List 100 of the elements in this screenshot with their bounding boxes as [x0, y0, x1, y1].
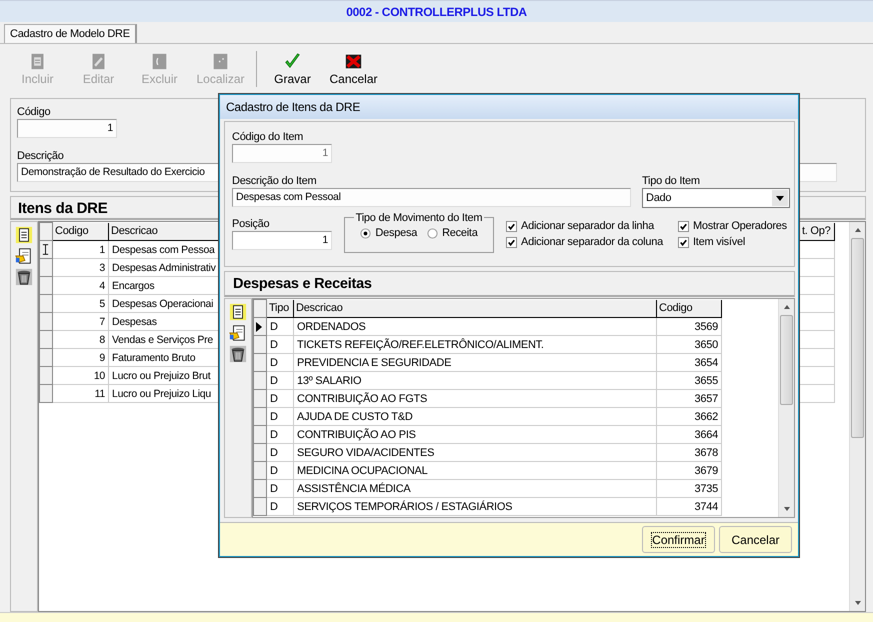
cancel-icon [345, 52, 362, 70]
column-header[interactable]: Descricao [294, 300, 656, 318]
table-cell: CONTRIBUIÇÃO AO FGTS [294, 390, 656, 408]
edit-document-icon[interactable] [15, 247, 33, 265]
radio-icon[interactable] [360, 228, 372, 238]
table-cell: 3678 [656, 444, 722, 462]
table-cell: 8 [52, 330, 108, 348]
table-cell: 3662 [656, 408, 722, 426]
field-label: Código do Item [232, 130, 304, 144]
scrollbar[interactable] [778, 299, 794, 517]
column-header[interactable]: Codigo [52, 222, 108, 240]
checkbox-option[interactable]: Adicionar separador da linha [506, 220, 678, 232]
type-dropdown[interactable]: Dado [642, 188, 790, 208]
row-indicator[interactable] [40, 240, 52, 258]
app-title: 0002 - CONTROLLERPLUS LTDA [346, 4, 527, 18]
table-cell: 9 [52, 348, 108, 366]
radio-icon[interactable] [427, 228, 438, 238]
table-cell: 4 [52, 276, 108, 294]
table-cell: ASSISTÊNCIA MÉDICA [294, 480, 656, 498]
table-cell: SERVIÇOS TEMPORÁRIOS / ESTAGIÁRIOS [294, 498, 656, 516]
row-header [254, 300, 266, 318]
table-cell: 3679 [656, 462, 722, 480]
table-cell: 3 [52, 258, 108, 276]
dialog-title: Cadastro de Itens da DRE [226, 100, 360, 114]
table-cell: 3569 [656, 318, 722, 336]
column-header[interactable]: Tipo [266, 300, 294, 318]
table-cell: 7 [52, 312, 108, 330]
table-cell: D [266, 480, 294, 498]
table-cell: ORDENADOS [294, 318, 656, 336]
scroll-thumb[interactable] [780, 315, 793, 405]
toolbar-button[interactable]: Cancelar [323, 46, 384, 92]
cancel-button[interactable]: Cancelar [719, 526, 792, 553]
new-document-icon[interactable] [229, 303, 247, 321]
text-cursor-icon [42, 244, 49, 255]
checkbox[interactable] [506, 236, 517, 248]
edit-document-icon [90, 52, 107, 70]
checkbox-option[interactable]: Mostrar Operadores [678, 220, 787, 232]
table-cell: 11 [52, 384, 108, 402]
table-cell: MEDICINA OCUPACIONAL [294, 462, 656, 480]
column-header[interactable]: Codigo [656, 300, 722, 318]
code-field[interactable]: 1 [17, 119, 117, 138]
field-label: Descrição do Item [232, 174, 316, 188]
table-cell: PREVIDENCIA E SEGURIDADE [294, 354, 656, 372]
table-cell: 1 [52, 240, 108, 258]
confirm-button[interactable]: Confirmar [642, 526, 715, 553]
table-cell: 3654 [656, 354, 722, 372]
position-field[interactable]: 1 [232, 231, 332, 250]
row-pointer-icon [256, 322, 262, 332]
checkbox[interactable] [678, 236, 689, 248]
table-cell: CONTRIBUIÇÃO AO PIS [294, 426, 656, 444]
table-cell: 3735 [656, 480, 722, 498]
table-cell: D [266, 336, 294, 354]
table-cell: 3657 [656, 390, 722, 408]
scroll-thumb[interactable] [851, 238, 864, 438]
scrollbar[interactable] [849, 222, 865, 611]
column-header[interactable]: t. Op? [800, 222, 834, 240]
toolbar-button[interactable]: Gravar [262, 46, 323, 92]
table-cell: AJUDA DE CUSTO T&D [294, 408, 656, 426]
trash-icon[interactable] [15, 268, 33, 286]
scroll-down-icon[interactable] [854, 600, 862, 606]
new-document-icon[interactable] [15, 226, 33, 244]
field-label: Posição [232, 217, 270, 231]
tab[interactable]: Cadastro de Modelo DRE [4, 24, 137, 43]
table-cell: D [266, 426, 294, 444]
checkbox[interactable] [506, 220, 517, 232]
table-cell: D [266, 354, 294, 372]
document-icon [29, 52, 46, 70]
table-cell: TICKETS REFEIÇÃO/REF.ELETRÔNICO/ALIMENT. [294, 336, 656, 354]
field-label: Descrição [17, 149, 64, 163]
table-cell: 5 [52, 294, 108, 312]
section-title: Despesas e Receitas [233, 276, 372, 292]
scroll-down-icon[interactable] [782, 506, 790, 512]
table-cell: D [266, 372, 294, 390]
description-field[interactable]: Despesas com Pessoal [232, 188, 631, 207]
code-field[interactable]: 1 [232, 144, 332, 163]
table-cell: 10 [52, 366, 108, 384]
table-cell: SEGURO VIDA/ACIDENTES [294, 444, 656, 462]
row-indicator[interactable] [254, 318, 266, 336]
table-cell: 3664 [656, 426, 722, 444]
field-label: Tipo do Item [642, 174, 700, 188]
table-cell: D [266, 444, 294, 462]
checkbox[interactable] [678, 220, 689, 232]
table-cell: D [266, 390, 294, 408]
group-title: Tipo de Movimento do Item [354, 212, 484, 224]
scroll-up-icon[interactable] [854, 227, 862, 233]
table-cell: 3655 [656, 372, 722, 390]
scroll-up-icon[interactable] [782, 304, 790, 310]
field-label: Código [17, 105, 50, 119]
radio-option[interactable]: Receita [427, 227, 478, 239]
trash-icon[interactable] [229, 345, 247, 363]
table-cell: D [266, 318, 294, 336]
section-title: Itens da DRE [18, 200, 108, 217]
table-cell: D [266, 462, 294, 480]
radio-option[interactable]: Despesa [360, 227, 418, 239]
edit-document-icon[interactable] [229, 324, 247, 342]
table-cell: 3650 [656, 336, 722, 354]
table-cell: 3744 [656, 498, 722, 516]
table-cell: D [266, 408, 294, 426]
table-cell: 13º SALARIO [294, 372, 656, 390]
checkmark-icon [284, 52, 301, 70]
